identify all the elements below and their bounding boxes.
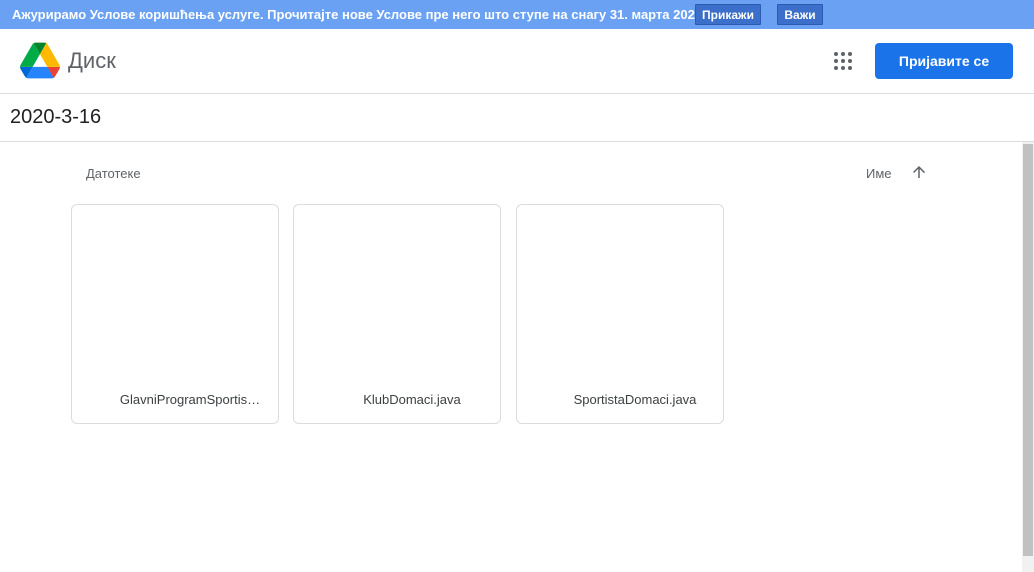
google-drive-logo-icon[interactable] [20,42,60,79]
drive-brand-title[interactable]: Диск [68,48,116,74]
file-card[interactable]: SportistaDomaci.java [516,204,724,424]
file-card[interactable]: KlubDomaci.java [293,204,501,424]
file-name: KlubDomaci.java [363,392,461,407]
dismiss-notice-button[interactable]: Важи [777,4,823,25]
vertical-scrollbar[interactable] [1022,142,1034,572]
scrollbar-thumb[interactable] [1023,144,1033,556]
apps-grid-icon[interactable] [831,49,855,73]
terms-notice-text: Ажурирамо Услове коришћења услуге. Прочи… [12,7,706,22]
file-name: GlavniProgramSportis… [119,392,261,407]
folder-title: 2020-3-16 [10,106,102,128]
show-terms-button[interactable]: Прикажи [695,4,761,25]
file-card[interactable]: GlavniProgramSportis… [71,204,279,424]
terms-notice-bar: Ажурирамо Услове коришћења услуге. Прочи… [0,0,1034,29]
folder-header: 2020-3-16 [0,94,1034,142]
top-header: Диск Пријавите се [0,29,1034,94]
sign-in-button[interactable]: Пријавите се [875,43,1013,79]
file-list-area: Датотеке Име GlavniProgramSportis… KlubD… [0,142,1022,572]
file-name: SportistaDomaci.java [573,392,697,407]
files-section-label: Датотеке [86,166,141,181]
sort-by-name-button[interactable]: Име [866,166,892,181]
arrow-up-icon[interactable] [910,163,928,181]
